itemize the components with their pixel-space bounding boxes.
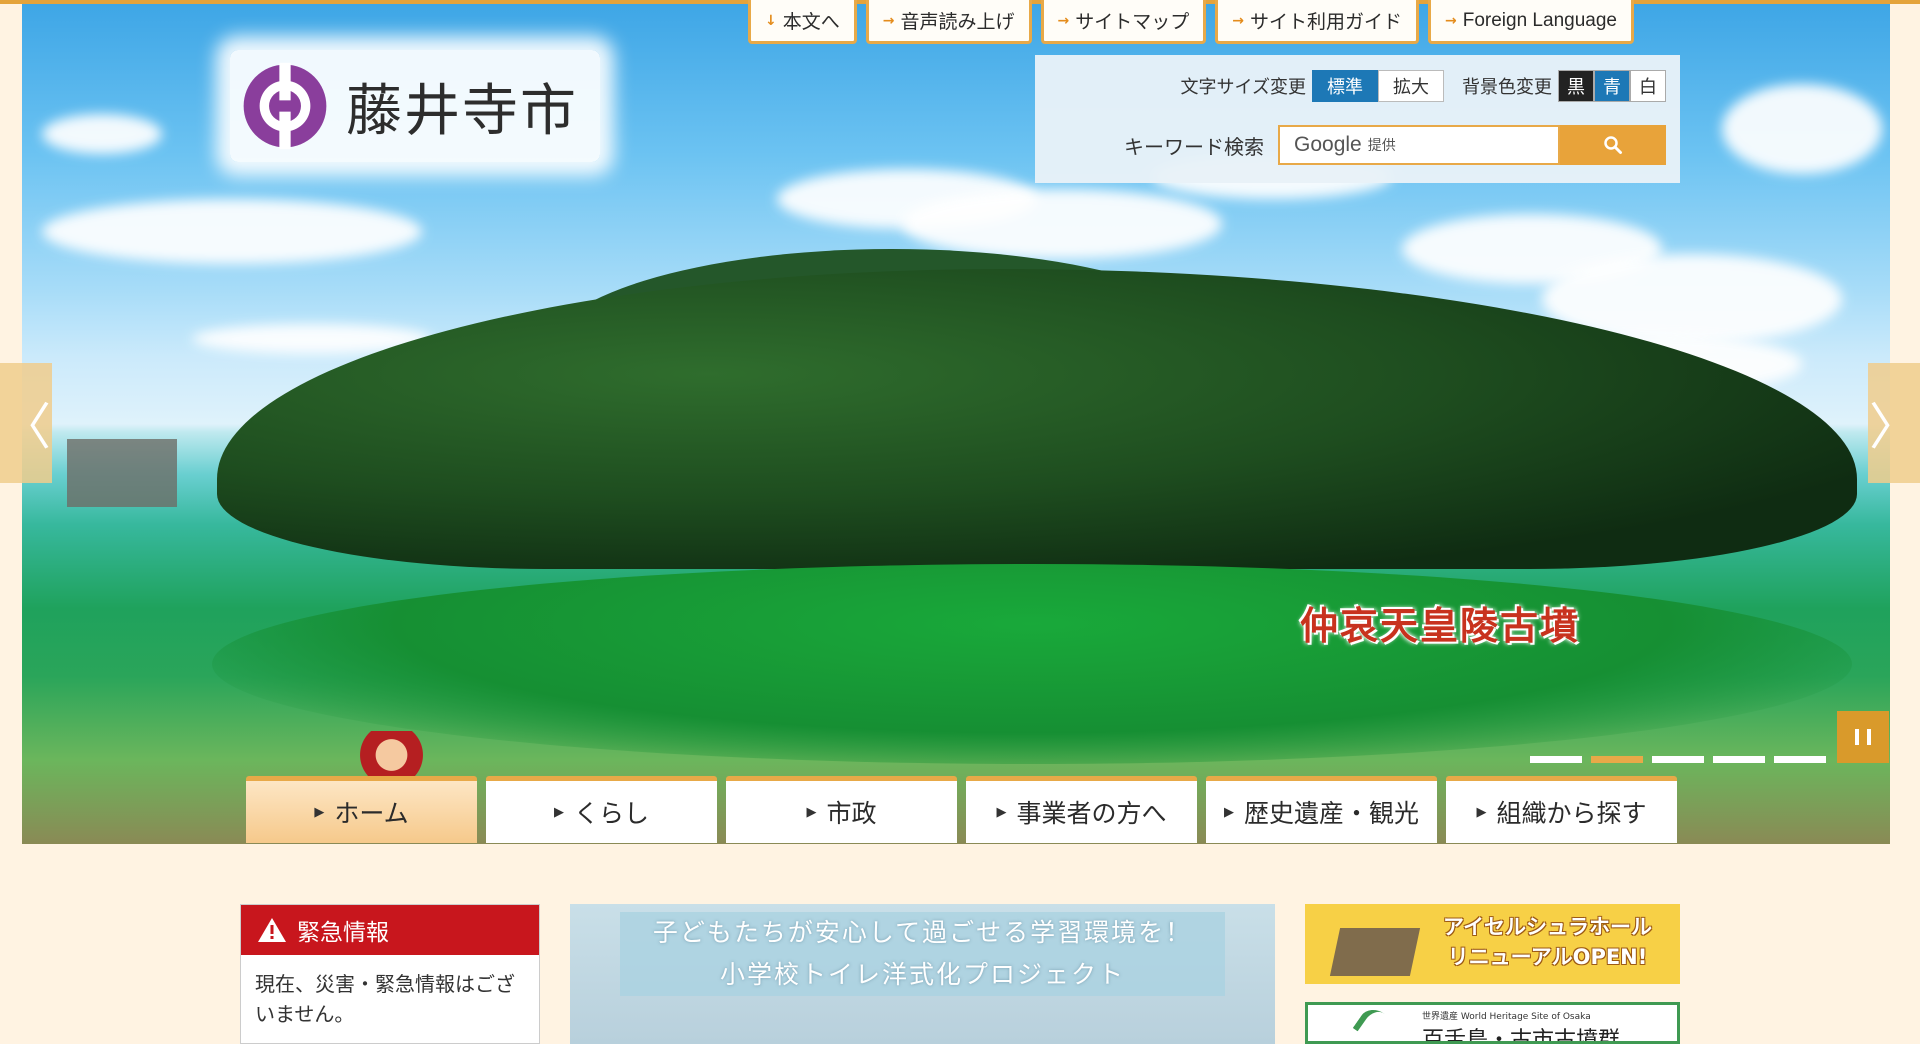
arrow-right-icon: → — [882, 12, 895, 29]
school-toilet-project-banner[interactable]: 子どもたちが安心して過ごせる学習環境を！ 小学校トイレ洋式化プロジェクト — [570, 904, 1275, 1044]
link-label: Foreign Language — [1462, 9, 1617, 31]
arrow-down-icon: ↓ — [765, 12, 777, 29]
nav-business[interactable]: ▶ 事業者の方へ — [966, 776, 1197, 843]
nav-label: 事業者の方へ — [1016, 799, 1167, 828]
site-title: 藤井寺市 — [346, 78, 578, 144]
google-provided-text: 提供 — [1367, 138, 1396, 154]
font-size-label: 文字サイズ変更 — [1180, 77, 1306, 98]
triangle-right-icon: ▶ — [1476, 804, 1487, 820]
slide-prev-button[interactable]: 〈 — [0, 363, 52, 483]
link-label: 音声読み上げ — [900, 11, 1015, 33]
leaf-logo-icon — [1352, 1005, 1400, 1041]
banner-line-1: 子どもたちが安心して過ごせる学習環境を！ — [652, 918, 1193, 947]
nav-label: くらし — [573, 799, 649, 828]
nav-label: ホーム — [334, 799, 409, 828]
search-icon — [1604, 136, 1622, 154]
keyword-search-label: キーワード検索 — [1124, 134, 1264, 159]
google-brand-text: Google — [1294, 133, 1362, 156]
foreign-language-link[interactable]: → Foreign Language — [1428, 0, 1634, 44]
link-label: サイト利用ガイド — [1249, 11, 1402, 33]
banner-line-1: アイセルシュラホール — [1443, 915, 1652, 939]
nav-home[interactable]: ▶ ホーム — [246, 776, 477, 843]
chevron-left-icon: 〈 — [1, 398, 51, 456]
nav-organization[interactable]: ▶ 組織から探す — [1446, 776, 1677, 843]
emergency-message: 現在、災害・緊急情報はございません。 — [255, 972, 515, 1026]
font-size-large-button[interactable]: 拡大 — [1378, 70, 1444, 102]
slide-next-button[interactable]: 〉 — [1868, 363, 1920, 483]
bg-white-button[interactable]: 白 — [1630, 70, 1666, 102]
pause-icon-bar — [1855, 729, 1859, 745]
arrow-right-icon: → — [1232, 12, 1244, 29]
nav-label: 組織から探す — [1496, 799, 1647, 828]
slide-indicators — [1530, 756, 1826, 763]
hall-illustration — [1329, 928, 1421, 976]
emergency-title: 緊急情報 — [297, 920, 389, 946]
triangle-right-icon: ▶ — [314, 804, 325, 820]
triangle-right-icon: ▶ — [553, 804, 564, 820]
main-navigation: ▶ ホーム ▶ くらし ▶ 市政 ▶ 事業者の方へ ▶ 歴史遺産・観光 ▶ 組織… — [246, 776, 1677, 843]
slide-dot-4[interactable] — [1713, 756, 1765, 763]
search-input[interactable]: Google 提供 — [1278, 125, 1560, 165]
city-emblem-icon — [243, 62, 327, 150]
world-heritage-banner[interactable]: 世界遺産 World Heritage Site of Osaka 百舌鳥・古市… — [1305, 1002, 1680, 1044]
site-logo[interactable]: 藤井寺市 — [230, 50, 600, 162]
triangle-right-icon: ▶ — [1223, 804, 1234, 820]
site-guide-link[interactable]: → サイト利用ガイド — [1215, 0, 1419, 44]
sitemap-link[interactable]: → サイトマップ — [1040, 0, 1207, 44]
bg-black-button[interactable]: 黒 — [1558, 70, 1594, 102]
banner-line-2: リニューアルOPEN! — [1447, 945, 1648, 969]
link-label: サイトマップ — [1075, 11, 1190, 33]
banner-text-block: 子どもたちが安心して過ごせる学習環境を！ 小学校トイレ洋式化プロジェクト — [620, 912, 1225, 996]
bg-blue-button[interactable]: 青 — [1594, 70, 1630, 102]
nav-city-administration[interactable]: ▶ 市政 — [726, 776, 957, 843]
banner-line-2: 小学校トイレ洋式化プロジェクト — [719, 960, 1125, 989]
arrow-right-icon: → — [1445, 12, 1457, 29]
banner-subtext: 世界遺産 World Heritage Site of Osaka — [1422, 1012, 1591, 1022]
nav-living[interactable]: ▶ くらし — [486, 776, 717, 843]
text-to-speech-link[interactable]: → 音声読み上げ — [865, 0, 1032, 44]
arrow-right-icon: → — [1057, 12, 1070, 29]
slide-dot-3[interactable] — [1652, 756, 1704, 763]
utility-links: ↓ 本文へ → 音声読み上げ → サイトマップ → サイト利用ガイド → For… — [748, 0, 1634, 44]
triangle-right-icon: ▶ — [806, 804, 817, 820]
triangle-right-icon: ▶ — [996, 804, 1007, 820]
pause-icon-bar — [1867, 729, 1871, 745]
bg-color-label: 背景色変更 — [1462, 77, 1552, 98]
chevron-right-icon: 〉 — [1869, 398, 1919, 456]
font-size-standard-button[interactable]: 標準 — [1312, 70, 1378, 102]
emergency-header: 緊急情報 — [241, 905, 539, 955]
slide-dot-2[interactable] — [1591, 756, 1643, 763]
slide-dot-1[interactable] — [1530, 756, 1582, 763]
banner-text-block: アイセルシュラホール リニューアルOPEN! — [1420, 912, 1675, 972]
slide-pause-button[interactable] — [1837, 711, 1889, 763]
link-label: 本文へ — [782, 11, 840, 33]
nav-heritage-tourism[interactable]: ▶ 歴史遺産・観光 — [1206, 776, 1437, 843]
aisel-hall-banner[interactable]: アイセルシュラホール リニューアルOPEN! — [1305, 904, 1680, 984]
warning-icon — [258, 918, 286, 942]
nav-label: 市政 — [826, 799, 877, 828]
accessibility-search-panel: 文字サイズ変更 標準 拡大 背景色変更 黒 青 白 キーワード検索 Google… — [1035, 55, 1680, 183]
slide-dot-5[interactable] — [1774, 756, 1826, 763]
nav-label: 歴史遺産・観光 — [1243, 799, 1419, 828]
banner-title: 百舌鳥・古市古墳群 — [1422, 1028, 1621, 1044]
skip-to-content-link[interactable]: ↓ 本文へ — [748, 0, 857, 44]
slide-caption: 仲哀天皇陵古墳 — [1300, 603, 1581, 648]
search-button[interactable] — [1560, 125, 1666, 165]
emergency-info-box: 緊急情報 現在、災害・緊急情報はございません。 — [240, 904, 540, 1044]
